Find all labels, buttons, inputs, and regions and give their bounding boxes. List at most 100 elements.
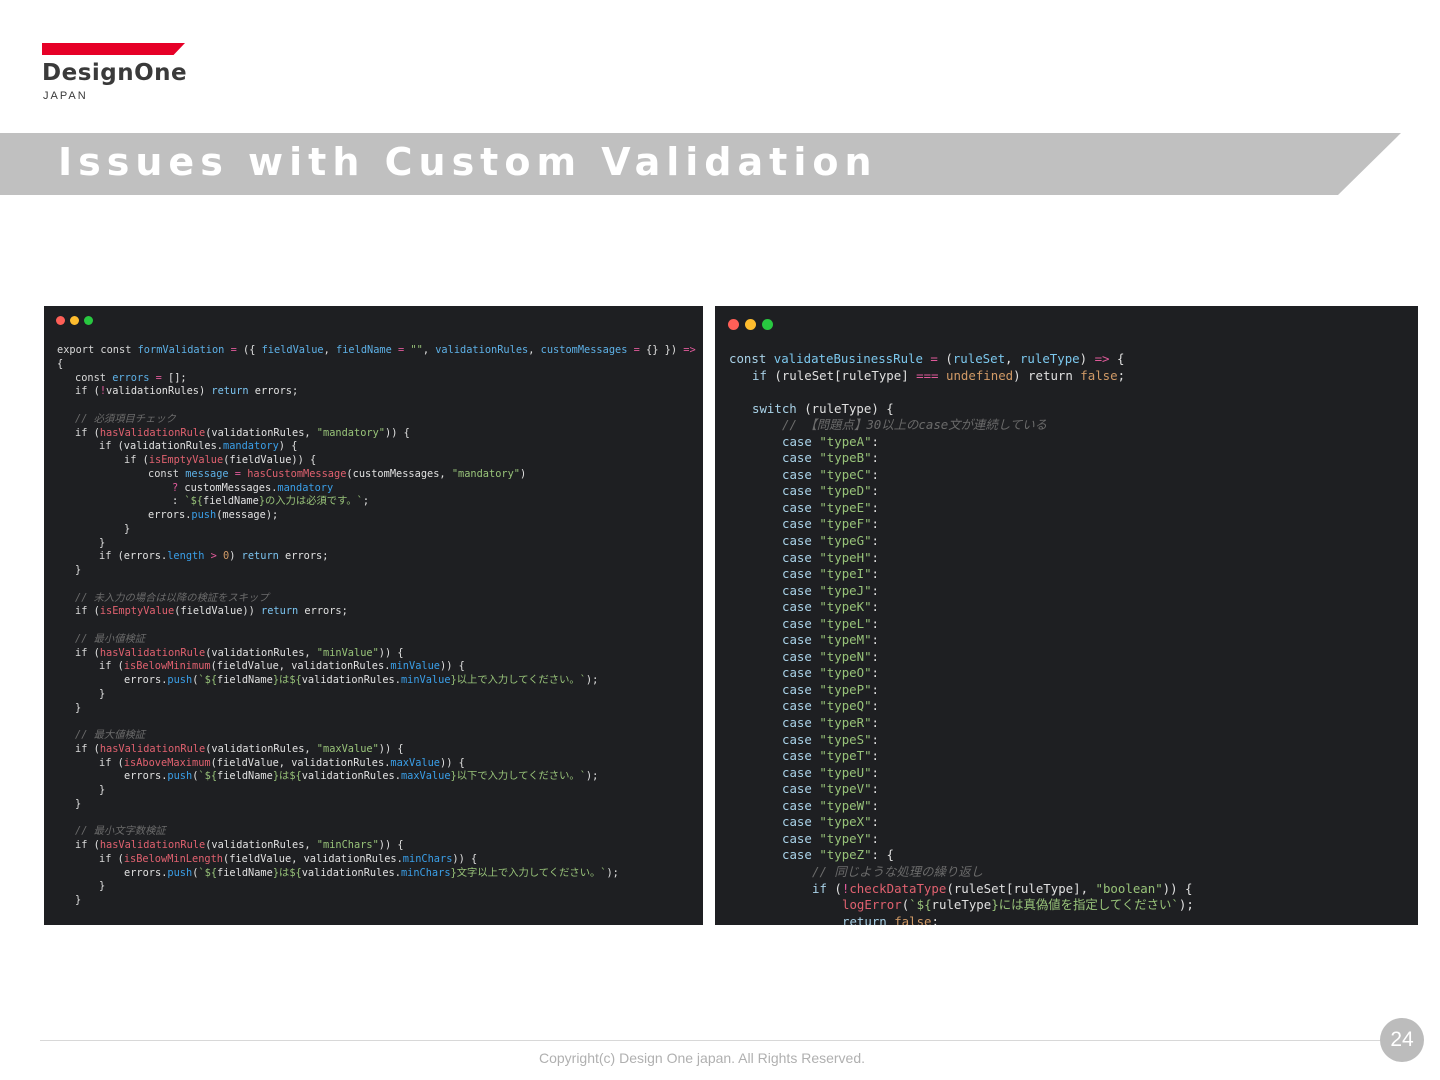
- code-token: }の入力は必須です。`: [258, 495, 363, 508]
- code-token: "typeL": [819, 615, 872, 631]
- code-line: if (!validationRules) return errors;: [57, 385, 696, 399]
- code-token: }: [75, 894, 82, 906]
- code-comment: // 同じような処理の繰り返し: [812, 863, 984, 879]
- code-token: :: [871, 549, 879, 565]
- code-token: errors.: [124, 866, 168, 879]
- code-token: );: [606, 866, 619, 879]
- code-token: case: [782, 731, 820, 747]
- code-token: ) {: [278, 440, 298, 453]
- code-token: (: [834, 880, 842, 896]
- code-line: errors.push(message);: [57, 509, 696, 523]
- code-line: if (isEmptyValue(fieldValue)) {: [57, 454, 696, 468]
- code-line: {: [57, 358, 696, 372]
- code-token: :: [871, 433, 879, 449]
- code-token: case: [782, 599, 820, 615]
- code-line: case "typeO":: [729, 665, 1194, 682]
- code-token: customMessages: [540, 344, 628, 356]
- code-token: ) return: [1013, 367, 1081, 383]
- code-token: (fieldValue, validationRules.: [210, 660, 391, 673]
- code-token: case: [782, 781, 820, 797]
- code-token: =: [228, 467, 248, 480]
- code-window-form-validation: export const formValidation = ({ fieldVa…: [44, 306, 703, 925]
- code-token: (fieldValue, validationRules.: [223, 852, 403, 865]
- code-token: "typeC": [819, 466, 872, 482]
- code-line: errors.push(`${fieldName}は${validationRu…: [57, 674, 696, 688]
- code-token: :: [871, 499, 879, 515]
- code-token: return: [261, 605, 299, 618]
- code-line: }: [57, 702, 696, 716]
- code-token: fieldName: [203, 495, 259, 508]
- code-token: hasValidationRule: [99, 426, 206, 439]
- code-line: // 未入力の場合は以降の検証をスキップ: [57, 592, 696, 606]
- code-token: push: [167, 866, 193, 879]
- code-line: }: [57, 894, 696, 908]
- code-line: return false;: [729, 914, 1194, 925]
- footer-divider: [40, 1040, 1380, 1041]
- code-token: ,: [323, 344, 337, 356]
- code-line: case "typeC":: [729, 467, 1194, 484]
- code-token: :: [871, 582, 879, 598]
- code-token: hasCustomMessage: [247, 467, 347, 480]
- code-token: }: [75, 564, 82, 576]
- code-token: :: [871, 797, 879, 813]
- code-token: "typeP": [819, 681, 872, 697]
- code-line: case "typeE":: [729, 500, 1194, 517]
- code-token: "minChars": [316, 839, 379, 851]
- code-token: (customMessages,: [346, 467, 452, 480]
- code-token: }は${: [272, 770, 302, 783]
- code-token: if: [99, 852, 118, 865]
- code-token: "typeU": [819, 764, 872, 780]
- code-token: ({: [243, 344, 262, 356]
- code-line: const validateBusinessRule = (ruleSet, r…: [729, 351, 1194, 368]
- code-line: case "typeP":: [729, 682, 1194, 699]
- code-line: }: [57, 784, 696, 798]
- code-token: undefined: [938, 367, 1014, 383]
- code-token: if: [75, 646, 94, 659]
- code-line: case "typeD":: [729, 483, 1194, 500]
- code-token: fieldName: [217, 674, 273, 686]
- code-token: export const: [57, 344, 138, 356]
- code-line: case "typeQ":: [729, 698, 1194, 715]
- code-line: if (ruleSet[ruleType] === undefined) ret…: [729, 368, 1194, 385]
- code-line: if (isEmptyValue(fieldValue)) return err…: [57, 605, 696, 619]
- code-token: }文字以上で入力してください。`: [450, 866, 607, 879]
- code-token: (validationRules,: [205, 839, 317, 851]
- code-token: ruleSet: [952, 351, 1006, 366]
- code-token: if: [75, 605, 94, 618]
- code-token: }: [99, 880, 106, 893]
- code-token: `${: [184, 495, 204, 508]
- code-token: : {: [871, 847, 894, 863]
- code-token: [];: [168, 371, 187, 384]
- code-token: "minValue": [316, 646, 379, 659]
- code-token: }: [99, 784, 106, 796]
- code-token: logError: [842, 897, 902, 913]
- code-token: case: [782, 549, 820, 565]
- code-token: if: [99, 660, 118, 673]
- code-token: formValidation: [137, 344, 225, 356]
- code-line: case "typeV":: [729, 781, 1194, 798]
- code-line: case "typeJ":: [729, 583, 1194, 600]
- code-token: );: [1178, 897, 1194, 913]
- logo-red-bar: [42, 43, 185, 55]
- code-line: case "typeF":: [729, 516, 1194, 533]
- code-window-business-rule: const validateBusinessRule = (ruleSet, r…: [715, 306, 1418, 925]
- code-line: }: [57, 523, 696, 537]
- code-token: case: [782, 797, 820, 813]
- code-token: customMessages.: [184, 481, 278, 494]
- code-token: if: [75, 742, 94, 755]
- code-line: case "typeY":: [729, 831, 1194, 848]
- code-token: ruleType: [1019, 351, 1080, 366]
- code-token: =: [922, 351, 946, 366]
- code-line: // 必須項目チェック: [57, 413, 696, 427]
- page-number-badge: 24: [1380, 1018, 1424, 1062]
- close-dot-icon: [728, 319, 739, 330]
- code-token: }以下で入力してください。`: [450, 770, 586, 783]
- code-token: }には真偽値を指定してください`: [991, 897, 1179, 913]
- code-comment: // 最小文字数検証: [75, 825, 166, 838]
- code-token: hasValidationRule: [99, 742, 206, 755]
- code-token: const: [148, 467, 186, 480]
- window-controls: [728, 319, 773, 330]
- code-line: export const formValidation = ({ fieldVa…: [57, 344, 696, 358]
